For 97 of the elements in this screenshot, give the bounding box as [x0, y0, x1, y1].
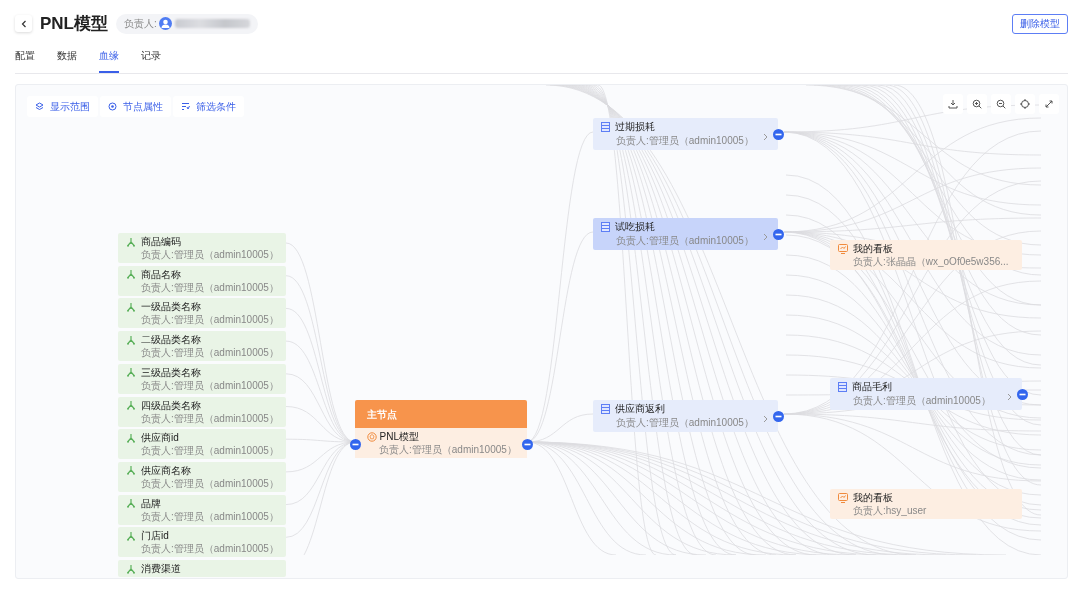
node-name: 一级品类名称	[141, 300, 201, 314]
table-node[interactable]: 过期损耗 负责人:管理员（admin10005）	[593, 118, 778, 150]
node-name: 消费渠道	[141, 562, 181, 575]
fit-view-icon[interactable]	[1015, 94, 1035, 114]
tab[interactable]: 配置	[15, 48, 35, 73]
table-node[interactable]: 商品毛利 负责人:管理员（admin10005）	[830, 378, 1022, 410]
avatar-icon	[159, 17, 173, 30]
back-icon	[19, 19, 28, 28]
node-owner: 负责人:hsy_user	[852, 504, 928, 517]
field-icon	[126, 269, 136, 280]
field-icon	[126, 367, 136, 378]
field-node[interactable]: 商品编码 负责人:管理员（admin10005）	[118, 233, 286, 263]
field-icon	[126, 301, 136, 312]
node-name: PNL模型	[379, 430, 419, 443]
node-name: 商品名称	[141, 267, 181, 281]
field-icon	[126, 236, 136, 247]
node-name: 品牌	[141, 496, 161, 510]
filter-icon	[181, 102, 190, 111]
node-name: 四级品类名称	[141, 398, 201, 412]
collapse-button[interactable]	[349, 436, 361, 448]
zoom-in-icon[interactable]	[967, 94, 987, 114]
node-owner: 负责人:管理员（admin10005）	[852, 394, 991, 407]
target-icon	[108, 102, 117, 111]
node-owner: 负责人:管理员（admin10005）	[615, 134, 754, 147]
node-name: 门店id	[141, 529, 169, 543]
collapse-button[interactable]	[772, 408, 784, 420]
field-node[interactable]: 一级品类名称 负责人:管理员（admin10005）	[118, 298, 286, 329]
dashboard-node[interactable]: 我的看板 负责人:张晶晶（wx_oOf0e5w356...	[830, 240, 1022, 270]
dashboard-icon	[838, 243, 848, 254]
tab[interactable]: 记录	[141, 48, 161, 73]
node-owner: 负责人:张晶晶（wx_oOf0e5w356...	[852, 255, 1010, 268]
field-node[interactable]: 门店id 负责人:管理员（admin10005）	[118, 527, 286, 558]
node-name: 商品毛利	[852, 380, 892, 393]
back-button[interactable]	[15, 15, 32, 32]
table-icon	[838, 381, 847, 392]
node-owner: 负责人:管理员（admin10005）	[140, 444, 280, 458]
node-name: 供应商名称	[141, 463, 191, 477]
field-node[interactable]: 二级品类名称 负责人:管理员（admin10005）	[118, 331, 286, 362]
node-attributes-button[interactable]: 节点属性	[100, 96, 171, 117]
main-node-header: 主节点	[355, 400, 527, 428]
tab[interactable]: 血缘	[99, 48, 119, 73]
node-owner: 负责人:管理员（admin10005）	[140, 248, 280, 261]
field-node[interactable]: 四级品类名称 负责人:管理员（admin10005）	[118, 396, 286, 427]
node-name: 过期损耗	[615, 120, 655, 133]
field-icon	[126, 563, 136, 574]
field-node[interactable]: 商品名称 负责人:管理员（admin10005）	[118, 265, 286, 296]
table-icon	[601, 221, 610, 232]
filter-button[interactable]: 筛选条件	[173, 96, 244, 117]
node-name: 供应商id	[141, 431, 179, 445]
table-icon	[601, 403, 610, 414]
field-icon	[126, 400, 136, 410]
owner-label: 负责人:	[124, 17, 157, 31]
page-title: PNL模型	[40, 13, 108, 34]
node-owner: 负责人:管理员（admin10005）	[615, 416, 754, 429]
collapse-button[interactable]	[1016, 386, 1028, 398]
field-icon	[126, 334, 136, 345]
model-icon	[367, 431, 377, 442]
delete-model-button[interactable]: 删除模型	[1012, 13, 1068, 34]
layers-icon	[35, 102, 44, 111]
node-name: 试吃损耗	[615, 220, 655, 233]
collapse-button[interactable]	[521, 436, 533, 448]
field-icon	[126, 465, 136, 476]
field-icon	[126, 530, 136, 541]
field-icon	[126, 432, 136, 443]
node-owner: 负责人:管理员（admin10005）	[140, 542, 280, 556]
collapse-button[interactable]	[772, 126, 784, 138]
node-owner: 负责人:管理员（admin10005）	[140, 313, 280, 327]
zoom-out-icon[interactable]	[991, 94, 1011, 114]
field-node[interactable]: 供应商名称 负责人:管理员（admin10005）	[118, 461, 286, 492]
node-owner: 负责人:管理员（admin10005）	[615, 234, 754, 247]
tab[interactable]: 数据	[57, 48, 77, 73]
table-icon	[601, 121, 610, 132]
table-node[interactable]: 试吃损耗 负责人:管理员（admin10005）	[593, 218, 778, 250]
table-node[interactable]: 供应商返利 负责人:管理员（admin10005）	[593, 400, 778, 432]
collapse-button[interactable]	[772, 226, 784, 238]
node-name: 二级品类名称	[141, 333, 201, 347]
node-name: 我的看板	[853, 491, 893, 504]
dashboard-node[interactable]: 我的看板 负责人:hsy_user	[830, 489, 1022, 519]
node-owner: 负责人:管理员（admin10005）	[140, 346, 280, 360]
node-owner: 负责人:管理员（admin10005）	[140, 411, 280, 425]
node-name: 三级品类名称	[141, 365, 201, 379]
field-node[interactable]: 三级品类名称 负责人:管理员（admin10005）	[118, 363, 286, 394]
node-owner: 负责人:管理员（admin10005）	[140, 509, 280, 523]
main-node[interactable]: PNL模型 负责人:管理员（admin10005）	[355, 428, 527, 458]
field-node[interactable]: 消费渠道	[118, 560, 286, 577]
node-owner: 负责人:管理员（admin10005）	[140, 280, 280, 294]
node-owner: 负责人:管理员（admin10005）	[140, 378, 280, 392]
field-icon	[126, 498, 136, 509]
field-node[interactable]: 品牌 负责人:管理员（admin10005）	[118, 494, 286, 525]
scope-button[interactable]: 显示范围	[27, 96, 98, 117]
node-owner: 负责人:管理员（admin10005）	[140, 476, 280, 490]
node-name: 我的看板	[853, 242, 893, 255]
field-node[interactable]: 供应商id 负责人:管理员（admin10005）	[118, 429, 286, 460]
node-name: 供应商返利	[615, 402, 665, 415]
node-owner: 负责人:管理员（admin10005）	[378, 443, 518, 456]
dashboard-icon	[838, 492, 848, 503]
node-name: 商品编码	[141, 235, 181, 248]
